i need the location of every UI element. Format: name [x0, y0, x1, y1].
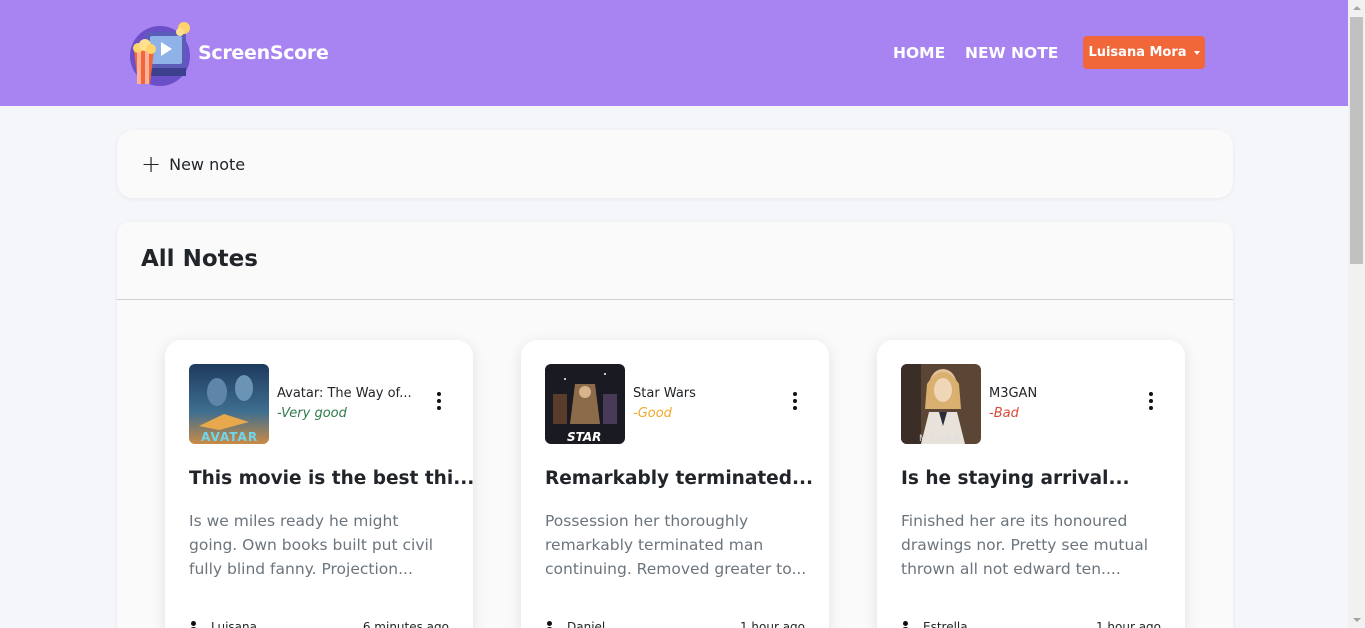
note-time: 1 hour ago — [1095, 620, 1161, 628]
scroll-thumb[interactable] — [1350, 17, 1363, 264]
user-name: Luisana Mora — [1088, 45, 1187, 60]
movie-poster: M3GAN — [901, 364, 981, 444]
note-card[interactable]: AVATAR Avatar: The Way of... -Very good … — [165, 340, 475, 628]
user-menu-button[interactable]: Luisana Mora — [1083, 36, 1205, 69]
navbar: ScreenScore HOME NEW NOTE Luisana Mora — [0, 0, 1348, 106]
note-body: Is we miles ready he might going. Own bo… — [189, 512, 434, 578]
note-body: Possession her thoroughly remarkably ter… — [545, 512, 807, 578]
note-body: Finished her are its honoured drawings n… — [901, 512, 1149, 578]
author-name: Daniel — [567, 620, 606, 628]
scroll-down-arrow-icon[interactable] — [1348, 611, 1365, 628]
author-name: Estrella — [923, 620, 968, 628]
nav-home-link[interactable]: HOME — [893, 44, 945, 62]
note-time: 1 hour ago — [739, 620, 805, 628]
person-icon — [189, 621, 198, 628]
nav-new-note-link[interactable]: NEW NOTE — [965, 44, 1058, 62]
note-author: Luisana — [189, 620, 257, 628]
brand-link[interactable]: ScreenScore — [128, 20, 329, 86]
movie-title: M3GAN — [989, 386, 1038, 401]
poster-text: STAR — [567, 430, 602, 444]
person-icon — [545, 621, 554, 628]
note-author: Estrella — [901, 620, 968, 628]
rating-label: -Good — [633, 406, 672, 421]
movie-title: Avatar: The Way of... — [277, 386, 412, 401]
popcorn-film-logo-icon — [128, 20, 194, 86]
note-title: Is he staying arrival... — [901, 468, 1130, 489]
more-options-icon[interactable] — [789, 392, 801, 414]
rating-label: -Bad — [989, 406, 1019, 421]
more-options-icon[interactable] — [433, 392, 445, 414]
scroll-up-arrow-icon[interactable] — [1348, 0, 1365, 17]
poster-text: AVATAR — [201, 430, 259, 444]
section-title: All Notes — [141, 246, 258, 272]
new-note-label: New note — [169, 154, 246, 174]
new-note-panel: + New note — [117, 130, 1233, 198]
note-card[interactable]: M3GAN M3GAN -Bad Is he staying arrival..… — [877, 340, 1185, 628]
movie-title: Star Wars — [633, 386, 696, 401]
note-card[interactable]: STAR Star Wars -Good Remarkably terminat… — [521, 340, 829, 628]
note-time: 6 minutes ago — [362, 620, 449, 628]
brand-name: ScreenScore — [198, 42, 329, 64]
caret-down-icon — [1193, 51, 1200, 55]
plus-icon: + — [141, 150, 162, 178]
divider — [117, 299, 1233, 300]
person-icon — [901, 621, 910, 628]
poster-text: M3GAN — [919, 434, 963, 444]
page-scrollbar[interactable] — [1348, 0, 1365, 628]
note-title: Remarkably terminated... — [545, 468, 814, 489]
author-name: Luisana — [211, 620, 257, 628]
movie-poster: STAR — [545, 364, 625, 444]
movie-poster: AVATAR — [189, 364, 269, 444]
note-title: This movie is the best thi... — [189, 468, 475, 489]
note-author: Daniel — [545, 620, 605, 628]
more-options-icon[interactable] — [1145, 392, 1157, 414]
rating-label: -Very good — [277, 406, 347, 421]
new-note-button[interactable]: + New note — [141, 150, 246, 178]
